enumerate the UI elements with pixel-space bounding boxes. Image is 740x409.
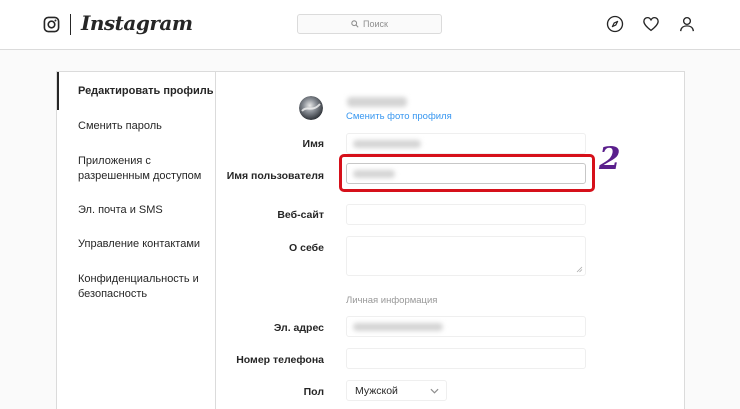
profile-icon[interactable] (678, 15, 696, 33)
sidebar-item-label: Управление контактами (78, 238, 201, 250)
bio-label: О себе (289, 242, 324, 254)
blurred-email-value (353, 323, 443, 331)
sidebar-item-change-password[interactable]: Сменить пароль (57, 119, 215, 134)
search-box[interactable]: Поиск (297, 14, 442, 34)
change-profile-photo-link[interactable]: Сменить фото профиля (346, 111, 452, 122)
phone-label: Номер телефона (236, 354, 324, 366)
step-number-annotation: 2 (599, 141, 621, 177)
email-input[interactable] (346, 316, 586, 337)
name-input[interactable] (346, 133, 586, 154)
sidebar-item-label: Эл. почта и SMS (78, 204, 163, 216)
top-navigation-bar: Instagram Поиск (0, 0, 740, 50)
sidebar-item-edit-profile[interactable]: Редактировать профиль (57, 72, 215, 110)
sidebar-item-privacy-security[interactable]: Конфиденциальность и безопасность (57, 272, 207, 302)
settings-sidebar: Редактировать профиль Сменить пароль При… (57, 72, 216, 409)
sidebar-item-label: Редактировать профиль (78, 84, 214, 97)
username-highlight-box (339, 154, 595, 192)
profile-avatar[interactable] (299, 96, 323, 120)
sidebar-item-email-sms[interactable]: Эл. почта и SMS (57, 203, 215, 218)
chevron-down-icon (430, 388, 439, 394)
sidebar-item-label: Сменить пароль (78, 120, 162, 132)
personal-info-heading: Личная информация (346, 295, 438, 306)
avatar-image (299, 96, 323, 120)
website-input[interactable] (346, 204, 586, 225)
sidebar-item-label: Приложения с разрешенным доступом (78, 155, 202, 182)
compass-icon[interactable] (606, 15, 624, 33)
heart-icon[interactable] (642, 15, 660, 33)
instagram-logo-text[interactable]: Instagram (81, 11, 193, 35)
settings-panel: Редактировать профиль Сменить пароль При… (56, 71, 685, 409)
search-icon (351, 20, 359, 28)
logo-divider (70, 14, 71, 35)
search-placeholder: Поиск (363, 19, 388, 29)
sidebar-item-label: Конфиденциальность и безопасность (78, 273, 199, 300)
instagram-camera-icon[interactable] (43, 16, 60, 33)
website-label: Веб-сайт (277, 209, 324, 221)
resize-handle-icon[interactable] (576, 266, 583, 273)
blurred-name-value (353, 140, 421, 148)
gender-label: Пол (303, 386, 324, 398)
email-label: Эл. адрес (273, 322, 324, 334)
gender-select[interactable]: Мужской (346, 380, 447, 401)
name-label: Имя (302, 138, 324, 150)
username-label: Имя пользователя (226, 170, 324, 182)
bio-textarea[interactable] (346, 236, 586, 276)
blurred-username (347, 97, 407, 107)
gender-select-value: Мужской (355, 385, 398, 397)
sidebar-item-manage-contacts[interactable]: Управление контактами (57, 237, 215, 252)
sidebar-item-authorized-apps[interactable]: Приложения с разрешенным доступом (57, 154, 207, 184)
phone-input[interactable] (346, 348, 586, 369)
